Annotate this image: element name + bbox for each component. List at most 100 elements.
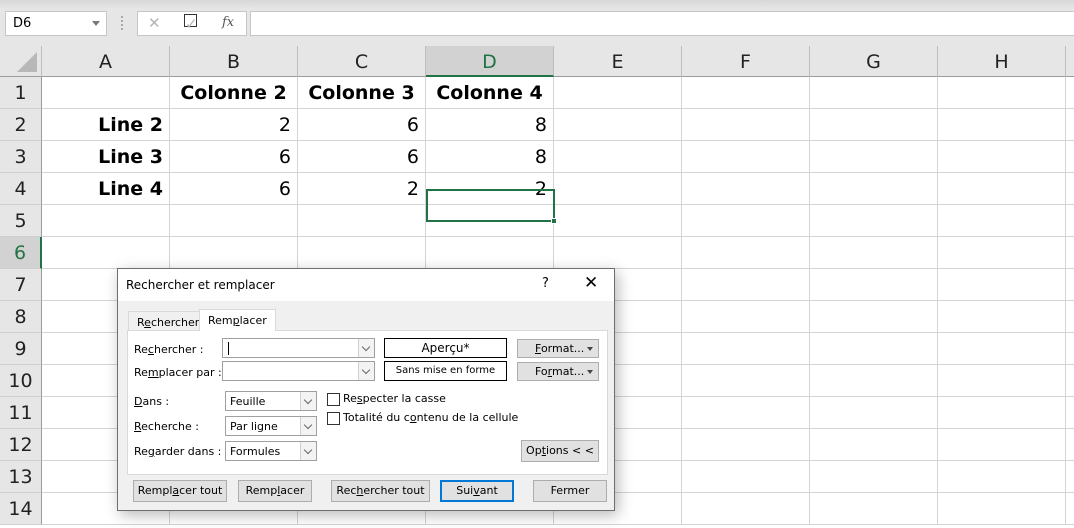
column-header-g[interactable]: G (810, 46, 938, 77)
cell-g3[interactable] (810, 141, 938, 173)
row-header-3[interactable]: 3 (0, 141, 42, 173)
name-box[interactable]: D6 (5, 11, 107, 36)
dropdown-arrow-icon[interactable] (587, 370, 593, 374)
replace-all-button[interactable]: Remplacer tout (133, 480, 227, 502)
cell-a5[interactable] (42, 205, 170, 237)
cell-c3[interactable]: 6 (298, 141, 426, 173)
cell-a4[interactable]: Line 4 (42, 173, 170, 205)
cell-e6[interactable] (554, 237, 682, 269)
cell-h8[interactable] (938, 301, 1066, 333)
cell-c6[interactable] (298, 237, 426, 269)
cell-f11[interactable] (682, 397, 810, 429)
match-case-label[interactable]: Respecter la casse (343, 392, 446, 405)
cell-i13[interactable] (1066, 461, 1074, 493)
cell-i10[interactable] (1066, 365, 1074, 397)
cell-i5[interactable] (1066, 205, 1074, 237)
cell-f13[interactable] (682, 461, 810, 493)
cell-b2[interactable]: 2 (170, 109, 298, 141)
row-header-2[interactable]: 2 (0, 109, 42, 141)
column-header-h[interactable]: H (938, 46, 1066, 77)
cell-g7[interactable] (810, 269, 938, 301)
chevron-down-icon[interactable] (300, 417, 316, 435)
cancel-icon[interactable]: ✕ (148, 14, 161, 32)
close-button[interactable]: Fermer (533, 480, 607, 502)
row-header-8[interactable]: 8 (0, 301, 42, 333)
cell-h9[interactable] (938, 333, 1066, 365)
cell-i7[interactable] (1066, 269, 1074, 301)
column-header-f[interactable]: F (682, 46, 810, 77)
match-case-checkbox[interactable] (327, 393, 340, 406)
chevron-down-icon[interactable] (358, 339, 374, 357)
row-header-7[interactable]: 7 (0, 269, 42, 301)
match-entire-cell-label[interactable]: Totalité du contenu de la cellule (343, 411, 518, 424)
cell-h1[interactable] (938, 77, 1066, 109)
cell-b6[interactable] (170, 237, 298, 269)
cell-f9[interactable] (682, 333, 810, 365)
column-header-e[interactable]: E (554, 46, 682, 77)
cell-h6[interactable] (938, 237, 1066, 269)
column-header-c[interactable]: C (298, 46, 426, 77)
cell-d2[interactable]: 8 (426, 109, 554, 141)
cell-d3[interactable]: 8 (426, 141, 554, 173)
cell-a3[interactable]: Line 3 (42, 141, 170, 173)
cell-f10[interactable] (682, 365, 810, 397)
cell-g4[interactable] (810, 173, 938, 205)
chevron-down-icon[interactable] (92, 21, 100, 26)
cell-i14[interactable] (1066, 493, 1074, 525)
cell-h14[interactable] (938, 493, 1066, 525)
cell-e3[interactable] (554, 141, 682, 173)
cell-h3[interactable] (938, 141, 1066, 173)
cell-a6[interactable] (42, 237, 170, 269)
cell-i2[interactable] (1066, 109, 1074, 141)
within-select[interactable]: Feuille (225, 391, 317, 411)
find-input[interactable] (222, 338, 375, 358)
fill-handle[interactable] (551, 218, 557, 224)
cell-g2[interactable] (810, 109, 938, 141)
tab-remplacer[interactable]: Remplacer (199, 309, 276, 331)
cell-c5[interactable] (298, 205, 426, 237)
cell-g13[interactable] (810, 461, 938, 493)
cell-a1[interactable] (42, 77, 170, 109)
cell-b1[interactable]: Colonne 2 (170, 77, 298, 109)
chevron-down-icon[interactable] (300, 392, 316, 410)
cell-c2[interactable]: 6 (298, 109, 426, 141)
formula-input[interactable] (250, 11, 1074, 36)
replace-input[interactable] (222, 361, 375, 381)
cell-g12[interactable] (810, 429, 938, 461)
cell-i1[interactable] (1066, 77, 1074, 109)
cell-f1[interactable] (682, 77, 810, 109)
cell-e1[interactable] (554, 77, 682, 109)
column-header-partial[interactable] (1066, 46, 1074, 77)
cell-h13[interactable] (938, 461, 1066, 493)
find-all-button[interactable]: Rechercher tout (331, 480, 430, 502)
cell-e4[interactable] (554, 173, 682, 205)
help-icon[interactable]: ? (542, 276, 549, 291)
cell-d6[interactable] (426, 237, 554, 269)
look-in-select[interactable]: Formules (225, 441, 317, 461)
column-header-a[interactable]: A (42, 46, 170, 77)
cell-g14[interactable] (810, 493, 938, 525)
cell-d1[interactable]: Colonne 4 (426, 77, 554, 109)
cell-f6[interactable] (682, 237, 810, 269)
cell-h10[interactable] (938, 365, 1066, 397)
row-header-11[interactable]: 11 (0, 397, 42, 429)
cell-h2[interactable] (938, 109, 1066, 141)
cell-f2[interactable] (682, 109, 810, 141)
cell-c4[interactable]: 2 (298, 173, 426, 205)
grip-icon[interactable] (121, 16, 123, 30)
select-all-button[interactable] (0, 46, 42, 77)
row-header-6[interactable]: 6 (0, 237, 42, 269)
tab-rechercher[interactable]: Rechercher (128, 311, 208, 330)
column-header-d[interactable]: D (426, 46, 554, 77)
insert-function-icon[interactable]: fx (222, 15, 234, 30)
cell-g11[interactable] (810, 397, 938, 429)
cell-f4[interactable] (682, 173, 810, 205)
row-header-1[interactable]: 1 (0, 77, 42, 109)
replace-button[interactable]: Remplacer (238, 480, 312, 502)
cell-g5[interactable] (810, 205, 938, 237)
cell-h5[interactable] (938, 205, 1066, 237)
replace-format-button[interactable]: Format... (517, 362, 599, 381)
cell-h4[interactable] (938, 173, 1066, 205)
cell-h7[interactable] (938, 269, 1066, 301)
options-button[interactable]: Options < < (521, 440, 599, 462)
